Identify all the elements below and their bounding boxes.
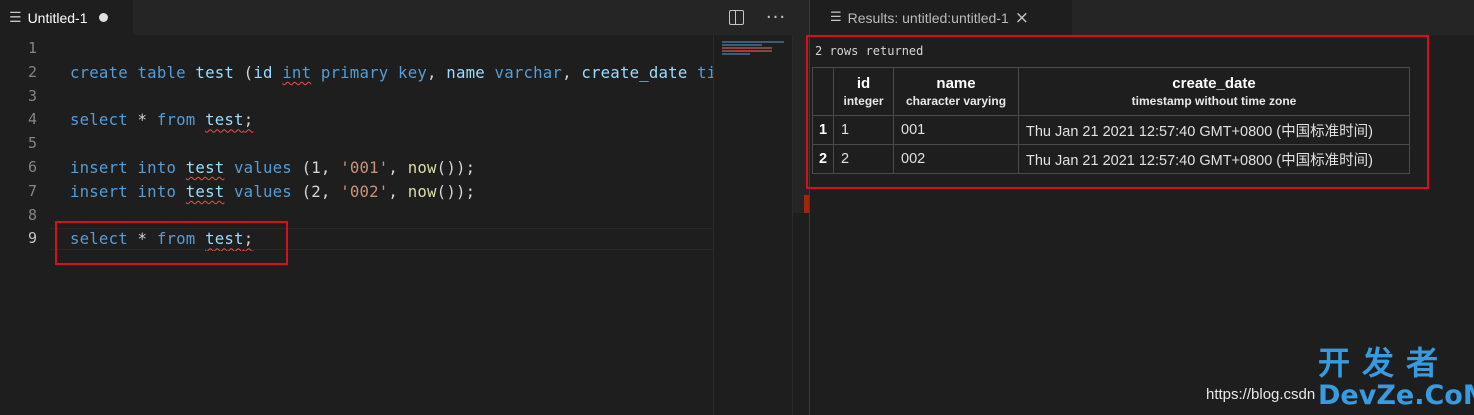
code-line-5[interactable] bbox=[70, 132, 713, 156]
line-number: 4 bbox=[27, 110, 37, 129]
keyword: insert bbox=[70, 181, 128, 201]
minimap[interactable] bbox=[713, 35, 792, 415]
code-line-2[interactable]: create table test (id int primary key, n… bbox=[70, 61, 713, 85]
annotation-highlight-box bbox=[55, 221, 288, 265]
keyword: key bbox=[398, 62, 427, 82]
line-number: 6 bbox=[27, 157, 37, 176]
code-line-1[interactable] bbox=[70, 37, 713, 61]
punctuation: , bbox=[388, 181, 399, 201]
line-number: 5 bbox=[27, 134, 37, 153]
line-number: 1 bbox=[27, 39, 37, 57]
identifier: id bbox=[253, 62, 273, 82]
keyword: into bbox=[137, 181, 177, 201]
watermark-logo: 开发者 DevZe.CoM bbox=[1318, 344, 1474, 413]
editor-tab-bar: ☰ Untitled-1 ··· bbox=[0, 0, 809, 35]
keyword: from bbox=[156, 110, 196, 130]
line-number: 2 bbox=[27, 62, 37, 81]
unsaved-dot-icon[interactable] bbox=[99, 13, 109, 22]
number: 1 bbox=[311, 157, 321, 177]
identifier: create_date bbox=[581, 62, 688, 82]
punctuation: ); bbox=[455, 157, 476, 177]
operator: * bbox=[137, 110, 148, 130]
punctuation: , bbox=[388, 157, 399, 177]
function-name: now bbox=[407, 157, 437, 177]
code-line-4[interactable]: select * from test; bbox=[70, 108, 713, 132]
string: '002' bbox=[340, 181, 389, 201]
keyword: primary bbox=[320, 62, 389, 82]
keyword: table bbox=[137, 62, 186, 82]
keyword: values bbox=[234, 157, 292, 177]
line-number-current: 9 bbox=[27, 229, 37, 248]
code-line-7[interactable]: insert into test values (2, '002', now()… bbox=[70, 180, 713, 204]
punctuation: ( bbox=[243, 62, 254, 82]
document-icon: ☰ bbox=[9, 9, 22, 26]
split-editor-icon[interactable] bbox=[726, 0, 746, 35]
keyword: int bbox=[282, 62, 312, 82]
punctuation: ); bbox=[455, 181, 476, 201]
identifier: test bbox=[185, 181, 225, 201]
punctuation: ( bbox=[301, 157, 312, 177]
keyword: values bbox=[234, 181, 292, 201]
line-number: 8 bbox=[27, 205, 37, 224]
editor-pane: ☰ Untitled-1 ··· 1 2 3 4 5 6 7 8 9 creat… bbox=[0, 0, 809, 415]
code-line-6[interactable]: insert into test values (1, '001', now()… bbox=[70, 156, 713, 180]
watermark-logo-cn: 开发者 bbox=[1318, 344, 1451, 382]
function-name: now bbox=[407, 181, 437, 201]
annotation-highlight-box bbox=[806, 35, 1429, 189]
keyword: select bbox=[70, 110, 128, 130]
punctuation: () bbox=[436, 157, 456, 177]
results-tab-bar: ☰ Results: untitled:untitled-1 × bbox=[810, 0, 1474, 35]
preview-icon: ☰ bbox=[830, 10, 842, 25]
punctuation: , bbox=[320, 157, 331, 177]
code-editor[interactable]: create table test (id int primary key, n… bbox=[70, 37, 713, 251]
punctuation: ; bbox=[243, 110, 254, 130]
line-number-gutter: 1 2 3 4 5 6 7 8 9 bbox=[0, 37, 50, 251]
watermark-url: https://blog.csdn bbox=[1206, 386, 1316, 403]
identifier: test bbox=[185, 157, 225, 177]
keyword: ti bbox=[697, 62, 713, 82]
keyword: varchar bbox=[494, 62, 563, 82]
results-tab-label: Results: untitled:untitled-1 bbox=[847, 9, 1009, 26]
more-actions-icon[interactable]: ··· bbox=[764, 0, 788, 35]
punctuation: , bbox=[320, 181, 331, 201]
results-tab[interactable]: ☰ Results: untitled:untitled-1 × bbox=[810, 0, 1072, 35]
identifier: test bbox=[195, 62, 235, 82]
watermark-logo-en: DevZe.CoM bbox=[1318, 380, 1474, 411]
identifier: name bbox=[446, 62, 485, 82]
punctuation: ( bbox=[301, 181, 312, 201]
keyword: create bbox=[70, 62, 128, 82]
punctuation: , bbox=[562, 62, 572, 82]
keyword: into bbox=[137, 157, 177, 177]
punctuation: () bbox=[436, 181, 456, 201]
editor-tab-label: Untitled-1 bbox=[27, 9, 88, 26]
number: 2 bbox=[311, 181, 321, 201]
keyword: insert bbox=[70, 157, 128, 177]
editor-tab-untitled-1[interactable]: ☰ Untitled-1 bbox=[0, 0, 133, 35]
code-line-3[interactable] bbox=[70, 85, 713, 109]
identifier: test bbox=[205, 110, 244, 130]
close-icon[interactable]: × bbox=[1015, 8, 1029, 28]
line-number: 7 bbox=[27, 181, 37, 200]
string: '001' bbox=[340, 157, 389, 177]
punctuation: , bbox=[426, 62, 437, 82]
line-number: 3 bbox=[27, 86, 37, 105]
